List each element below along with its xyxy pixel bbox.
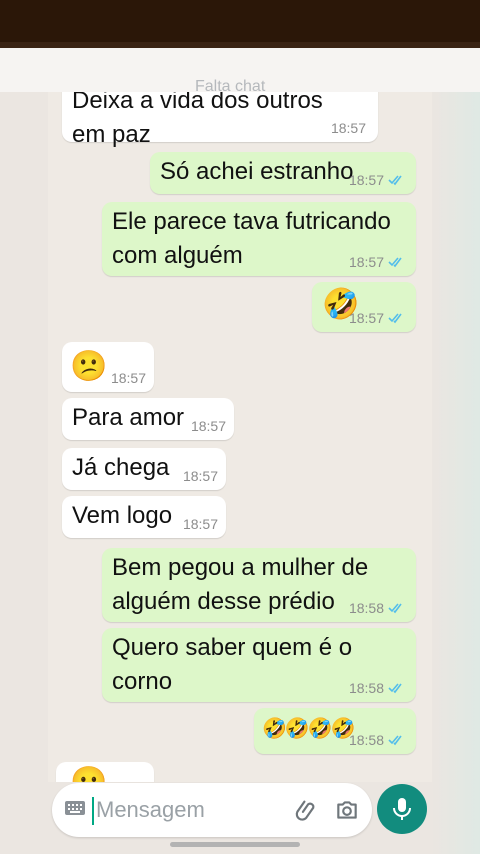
message-outgoing[interactable]: Ele parece tava futricando com alguém 18… bbox=[102, 202, 416, 276]
chat-area[interactable]: Deixa a vida dos outros em paz 18:57 Só … bbox=[48, 92, 432, 782]
message-time: 18:57 bbox=[182, 468, 218, 484]
message-time: 18:57 bbox=[110, 370, 146, 386]
message-text: Para amor bbox=[72, 404, 185, 431]
voice-record-button[interactable] bbox=[377, 784, 427, 834]
message-emoji: 🤣🤣🤣🤣 bbox=[262, 718, 356, 740]
message-meta: 18:57 bbox=[183, 468, 218, 484]
message-text: Deixa a vida dos outros em paz bbox=[72, 92, 323, 148]
message-time: 18:57 bbox=[330, 120, 366, 136]
message-time: 18:57 bbox=[348, 254, 384, 270]
message-text: Vem logo bbox=[72, 502, 173, 529]
read-receipt-icon bbox=[388, 735, 402, 746]
message-time: 18:58 bbox=[348, 732, 384, 748]
read-receipt-icon bbox=[388, 313, 402, 324]
message-incoming[interactable]: 😕 18:57 bbox=[62, 342, 154, 392]
read-receipt-icon bbox=[388, 603, 402, 614]
message-text: Quero saber quem é o corno bbox=[112, 634, 353, 695]
message-meta: 18:57 bbox=[349, 172, 404, 188]
message-outgoing[interactable]: Bem pegou a mulher de alguém desse prédi… bbox=[102, 548, 416, 622]
message-incoming[interactable]: 😐 bbox=[56, 762, 154, 782]
message-meta: 18:57 bbox=[183, 516, 218, 532]
message-text: Só achei estranho bbox=[160, 158, 354, 185]
read-receipt-icon bbox=[388, 257, 402, 268]
message-meta: 18:57 bbox=[331, 120, 366, 136]
message-meta: 18:58 bbox=[349, 600, 404, 616]
message-time: 18:57 bbox=[348, 310, 384, 326]
faded-chat-title: Falta chat bbox=[195, 78, 266, 95]
message-incoming[interactable]: Vem logo 18:57 bbox=[62, 496, 226, 538]
message-time: 18:57 bbox=[182, 516, 218, 532]
message-composer[interactable] bbox=[52, 783, 372, 837]
message-incoming[interactable]: Para amor 18:57 bbox=[62, 398, 234, 440]
message-incoming[interactable]: Já chega 18:57 bbox=[62, 448, 226, 490]
home-indicator bbox=[170, 842, 300, 847]
message-outgoing[interactable]: 🤣 18:57 bbox=[312, 282, 416, 332]
read-receipt-icon bbox=[388, 683, 402, 694]
message-meta: 18:57 bbox=[111, 370, 146, 386]
message-input[interactable] bbox=[96, 793, 276, 827]
message-outgoing[interactable]: Só achei estranho 18:57 bbox=[150, 152, 416, 194]
message-time: 18:57 bbox=[348, 172, 384, 188]
read-receipt-icon bbox=[388, 175, 402, 186]
message-time: 18:58 bbox=[348, 600, 384, 616]
message-emoji: 😐 bbox=[70, 766, 107, 782]
message-meta: 18:58 bbox=[349, 680, 404, 696]
paperclip-icon[interactable] bbox=[294, 797, 320, 823]
message-meta: 18:57 bbox=[191, 418, 226, 434]
message-outgoing[interactable]: 🤣🤣🤣🤣 18:58 bbox=[254, 708, 416, 754]
keyboard-icon[interactable] bbox=[64, 800, 86, 816]
message-text: Bem pegou a mulher de alguém desse prédi… bbox=[112, 554, 369, 615]
camera-icon[interactable] bbox=[334, 797, 360, 823]
microphone-icon bbox=[393, 798, 411, 820]
message-meta: 18:57 bbox=[349, 310, 404, 326]
status-bar-area bbox=[0, 0, 480, 48]
message-meta: 18:57 bbox=[349, 254, 404, 270]
message-meta: 18:58 bbox=[349, 732, 404, 748]
message-time: 18:58 bbox=[348, 680, 384, 696]
message-outgoing[interactable]: Quero saber quem é o corno 18:58 bbox=[102, 628, 416, 702]
message-emoji: 😕 bbox=[70, 350, 108, 383]
message-incoming[interactable]: Deixa a vida dos outros em paz 18:57 bbox=[62, 92, 378, 148]
text-cursor bbox=[92, 797, 94, 825]
right-edge-glow bbox=[432, 92, 480, 854]
message-time: 18:57 bbox=[190, 418, 226, 434]
message-text: Já chega bbox=[72, 454, 170, 481]
